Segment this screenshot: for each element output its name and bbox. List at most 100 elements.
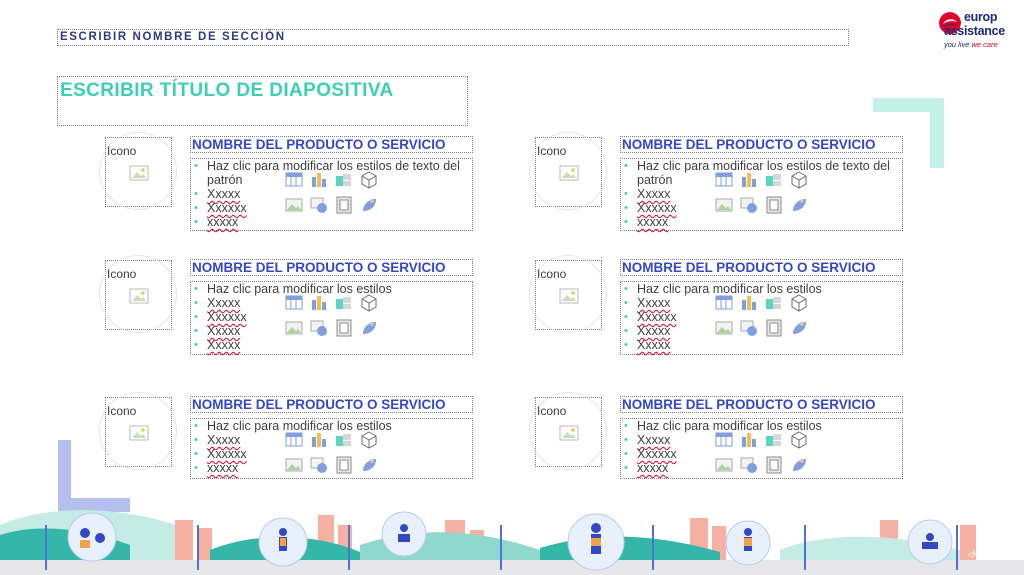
logo-tagline-b: we care bbox=[971, 40, 998, 49]
icon-label: Icono bbox=[107, 404, 137, 418]
online-picture-icon[interactable] bbox=[310, 456, 328, 474]
picture-icon[interactable] bbox=[715, 319, 733, 337]
icon-label: Icono bbox=[537, 267, 567, 281]
smartart-icon[interactable] bbox=[765, 294, 783, 312]
3d-model-icon[interactable] bbox=[360, 171, 378, 189]
chart-icon[interactable] bbox=[740, 171, 758, 189]
smartart-icon[interactable] bbox=[335, 431, 353, 449]
icons-icon[interactable] bbox=[790, 456, 808, 474]
product-title-text: NOMBRE DEL PRODUCTO O SERVICIO bbox=[192, 260, 446, 275]
chart-icon[interactable] bbox=[740, 431, 758, 449]
table-icon[interactable] bbox=[715, 171, 733, 189]
footer-city-illustration bbox=[0, 510, 1024, 575]
video-icon[interactable] bbox=[335, 319, 353, 337]
table-icon[interactable] bbox=[715, 431, 733, 449]
product-body-placeholder[interactable]: Haz clic para modificar los estilosXxxxx… bbox=[190, 281, 473, 355]
3d-model-icon[interactable] bbox=[360, 431, 378, 449]
product-title-placeholder[interactable]: NOMBRE DEL PRODUCTO O SERVICIO bbox=[620, 396, 903, 413]
icons-icon[interactable] bbox=[360, 456, 378, 474]
product-title-text: NOMBRE DEL PRODUCTO O SERVICIO bbox=[622, 137, 876, 152]
icons-icon[interactable] bbox=[360, 196, 378, 214]
insert-picture-icon[interactable] bbox=[129, 425, 149, 441]
table-icon[interactable] bbox=[285, 431, 303, 449]
product-body-placeholder[interactable]: Haz clic para modificar los estilosXxxxx… bbox=[620, 418, 903, 479]
icons-icon[interactable] bbox=[790, 319, 808, 337]
picture-icon[interactable] bbox=[285, 456, 303, 474]
3d-model-icon[interactable] bbox=[790, 171, 808, 189]
page-number: ‹Nº› bbox=[968, 549, 988, 561]
video-icon[interactable] bbox=[335, 456, 353, 474]
section-name-placeholder[interactable]: ESCRIBIR NOMBRE DE SECCIÓN bbox=[57, 29, 849, 46]
product-title-placeholder[interactable]: NOMBRE DEL PRODUCTO O SERVICIO bbox=[620, 136, 903, 153]
chart-icon[interactable] bbox=[310, 431, 328, 449]
picture-icon[interactable] bbox=[715, 196, 733, 214]
product-body-placeholder[interactable]: Haz clic para modificar los estilos de t… bbox=[620, 158, 903, 231]
icon-placeholder[interactable]: Icono bbox=[99, 132, 177, 210]
picture-icon[interactable] bbox=[285, 319, 303, 337]
smartart-icon[interactable] bbox=[765, 431, 783, 449]
logo-line-1: europ bbox=[964, 10, 998, 24]
slide-title-text: ESCRIBIR TÍTULO DE DIAPOSITIVA bbox=[60, 80, 394, 101]
online-picture-icon[interactable] bbox=[310, 319, 328, 337]
section-name-text: ESCRIBIR NOMBRE DE SECCIÓN bbox=[60, 31, 286, 43]
3d-model-icon[interactable] bbox=[790, 431, 808, 449]
chart-icon[interactable] bbox=[310, 294, 328, 312]
online-picture-icon[interactable] bbox=[740, 196, 758, 214]
icon-placeholder[interactable]: Icono bbox=[99, 255, 177, 333]
icons-icon[interactable] bbox=[360, 319, 378, 337]
product-title-placeholder[interactable]: NOMBRE DEL PRODUCTO O SERVICIO bbox=[620, 259, 903, 276]
table-icon[interactable] bbox=[715, 294, 733, 312]
logo-tagline: you live we care bbox=[944, 40, 998, 49]
product-body-placeholder[interactable]: Haz clic para modificar los estilosXxxxx… bbox=[620, 281, 903, 355]
product-body-placeholder[interactable]: Haz clic para modificar los estilos de t… bbox=[190, 158, 473, 231]
online-picture-icon[interactable] bbox=[740, 319, 758, 337]
logo-tagline-a: you live bbox=[944, 40, 972, 49]
icon-label: Icono bbox=[537, 144, 567, 158]
icon-label: Icono bbox=[537, 404, 567, 418]
video-icon[interactable] bbox=[765, 319, 783, 337]
table-icon[interactable] bbox=[285, 171, 303, 189]
product-title-text: NOMBRE DEL PRODUCTO O SERVICIO bbox=[622, 397, 876, 412]
insert-picture-icon[interactable] bbox=[129, 288, 149, 304]
video-icon[interactable] bbox=[335, 196, 353, 214]
logo-line-2: assistance bbox=[944, 24, 1005, 38]
video-icon[interactable] bbox=[765, 196, 783, 214]
icon-placeholder[interactable]: Icono bbox=[529, 132, 607, 210]
video-icon[interactable] bbox=[765, 456, 783, 474]
insert-picture-icon[interactable] bbox=[559, 165, 579, 181]
content-insert-icons bbox=[715, 431, 807, 481]
product-title-placeholder[interactable]: NOMBRE DEL PRODUCTO O SERVICIO bbox=[190, 259, 473, 276]
online-picture-icon[interactable] bbox=[740, 456, 758, 474]
product-title-placeholder[interactable]: NOMBRE DEL PRODUCTO O SERVICIO bbox=[190, 396, 473, 413]
online-picture-icon[interactable] bbox=[310, 196, 328, 214]
product-title-text: NOMBRE DEL PRODUCTO O SERVICIO bbox=[622, 260, 876, 275]
content-insert-icons bbox=[715, 294, 807, 344]
icon-placeholder[interactable]: Icono bbox=[99, 392, 177, 470]
product-title-text: NOMBRE DEL PRODUCTO O SERVICIO bbox=[192, 137, 446, 152]
3d-model-icon[interactable] bbox=[360, 294, 378, 312]
smartart-icon[interactable] bbox=[765, 171, 783, 189]
3d-model-icon[interactable] bbox=[790, 294, 808, 312]
icons-icon[interactable] bbox=[790, 196, 808, 214]
insert-picture-icon[interactable] bbox=[129, 165, 149, 181]
icon-placeholder[interactable]: Icono bbox=[529, 255, 607, 333]
content-insert-icons bbox=[715, 171, 807, 221]
slide-title-placeholder[interactable]: ESCRIBIR TÍTULO DE DIAPOSITIVA bbox=[57, 76, 468, 126]
product-body-placeholder[interactable]: Haz clic para modificar los estilosXxxxx… bbox=[190, 418, 473, 479]
insert-picture-icon[interactable] bbox=[559, 425, 579, 441]
table-icon[interactable] bbox=[285, 294, 303, 312]
europ-assistance-logo: europ assistance you live we care bbox=[939, 8, 1020, 56]
picture-icon[interactable] bbox=[715, 456, 733, 474]
icon-label: Icono bbox=[107, 267, 137, 281]
smartart-icon[interactable] bbox=[335, 294, 353, 312]
chart-icon[interactable] bbox=[740, 294, 758, 312]
content-insert-icons bbox=[285, 431, 377, 481]
chart-icon[interactable] bbox=[310, 171, 328, 189]
picture-icon[interactable] bbox=[285, 196, 303, 214]
insert-picture-icon[interactable] bbox=[559, 288, 579, 304]
product-title-placeholder[interactable]: NOMBRE DEL PRODUCTO O SERVICIO bbox=[190, 136, 473, 153]
smartart-icon[interactable] bbox=[335, 171, 353, 189]
content-insert-icons bbox=[285, 294, 377, 344]
icon-placeholder[interactable]: Icono bbox=[529, 392, 607, 470]
product-title-text: NOMBRE DEL PRODUCTO O SERVICIO bbox=[192, 397, 446, 412]
